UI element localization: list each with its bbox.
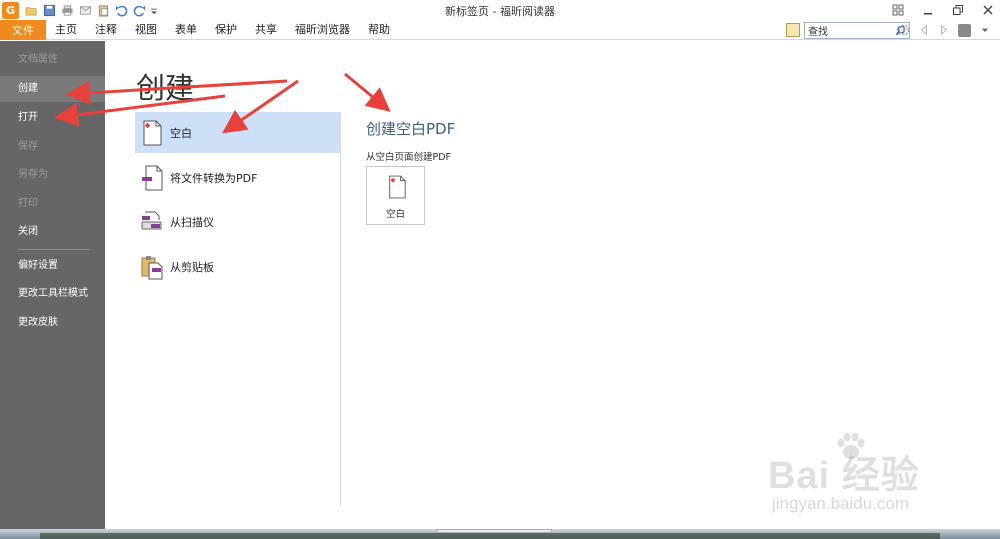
page-title: 创建 xyxy=(136,71,195,105)
navigation-controls xyxy=(898,22,1000,38)
file-menu-sidebar: 文档属性 创建 打开 保存 另存为 打印 关闭 偏好设置 更改工具栏模式 更改皮… xyxy=(0,41,105,529)
sidebar-item-save[interactable]: 保存 xyxy=(0,134,105,160)
tab-foxit-browser[interactable]: 福昕浏览器 xyxy=(286,20,359,40)
window-controls xyxy=(892,0,994,20)
convert-file-icon xyxy=(141,165,163,191)
blank-page-icon xyxy=(387,175,407,199)
detail-subtitle: 从空白页面创建PDF xyxy=(366,152,452,163)
restore-icon[interactable] xyxy=(952,4,964,16)
tab-file[interactable]: 文件 xyxy=(0,20,46,40)
clipboard-icon xyxy=(141,254,163,280)
panel-divider xyxy=(340,112,341,506)
quick-access-toolbar: G xyxy=(0,0,162,20)
find-options-icon[interactable] xyxy=(786,23,800,37)
sidebar-item-change-skin[interactable]: 更改皮肤 xyxy=(0,310,105,336)
save-icon[interactable] xyxy=(42,3,56,17)
gear-icon[interactable] xyxy=(898,24,910,36)
sidebar-item-toolbar-mode[interactable]: 更改工具栏模式 xyxy=(0,281,105,307)
undo-icon[interactable] xyxy=(114,3,128,17)
detail-title: 创建空白PDF xyxy=(366,120,456,138)
option-blank[interactable]: 空白 xyxy=(135,112,340,153)
title-bar: G 新标签页 - 福昕阅读器 xyxy=(0,0,1000,20)
sidebar-divider xyxy=(18,249,90,250)
ribbon-tabs: 主页 注释 视图 表单 保护 共享 福昕浏览器 帮助 xyxy=(46,20,399,40)
create-panel: 创建 空白 将文件转换为PDF 从扫描仪 从剪贴板 创建空白PDF 从空白页面创… xyxy=(105,41,1000,529)
app-logo-icon[interactable]: G xyxy=(2,1,19,19)
sidebar-item-preferences[interactable]: 偏好设置 xyxy=(0,253,105,279)
search-box xyxy=(804,21,910,39)
chevron-down-icon[interactable] xyxy=(979,24,991,36)
create-blank-button[interactable]: 空白 xyxy=(366,166,425,225)
tab-help[interactable]: 帮助 xyxy=(359,20,399,40)
redo-icon[interactable] xyxy=(132,3,146,17)
sidebar-item-properties[interactable]: 文档属性 xyxy=(0,47,105,73)
option-label: 从剪贴板 xyxy=(170,260,214,274)
option-convert-file[interactable]: 将文件转换为PDF xyxy=(135,157,340,198)
minimize-icon[interactable] xyxy=(922,4,934,16)
option-label: 空白 xyxy=(170,126,192,140)
sidebar-item-open[interactable]: 打开 xyxy=(0,105,105,131)
option-label: 将文件转换为PDF xyxy=(170,171,258,185)
tab-share[interactable]: 共享 xyxy=(246,20,286,40)
ribbon-tab-bar: 文件 主页 注释 视图 表单 保护 共享 福昕浏览器 帮助 xyxy=(0,20,1000,40)
previous-icon[interactable] xyxy=(918,24,930,36)
option-label: 从扫描仪 xyxy=(170,215,214,229)
print-icon[interactable] xyxy=(60,3,74,17)
blank-page-icon xyxy=(141,120,163,146)
customize-toolbar-icon[interactable] xyxy=(150,3,158,17)
close-icon[interactable] xyxy=(982,4,994,16)
option-from-scanner[interactable]: 从扫描仪 xyxy=(135,201,340,242)
taskbar-tab[interactable] xyxy=(437,529,552,533)
sidebar-item-print[interactable]: 打印 xyxy=(0,191,105,217)
user-avatar-icon[interactable] xyxy=(958,23,971,37)
tile-label: 空白 xyxy=(385,209,405,220)
sidebar-item-close[interactable]: 关闭 xyxy=(0,219,105,245)
search-input[interactable] xyxy=(805,22,893,38)
tab-home[interactable]: 主页 xyxy=(46,20,86,40)
sidebar-item-create[interactable]: 创建 xyxy=(0,76,105,102)
tab-comment[interactable]: 注释 xyxy=(86,20,126,40)
open-folder-icon[interactable] xyxy=(24,3,38,17)
layout-grid-icon[interactable] xyxy=(892,4,904,16)
taskbar-shadow xyxy=(40,533,940,539)
paste-icon[interactable] xyxy=(96,3,110,17)
next-icon[interactable] xyxy=(938,24,950,36)
tab-protect[interactable]: 保护 xyxy=(206,20,246,40)
search-area xyxy=(786,21,910,39)
email-icon[interactable] xyxy=(78,3,92,17)
scanner-icon xyxy=(141,209,163,235)
tab-form[interactable]: 表单 xyxy=(166,20,206,40)
tab-view[interactable]: 视图 xyxy=(126,20,166,40)
option-from-clipboard[interactable]: 从剪贴板 xyxy=(135,246,340,287)
sidebar-item-save-as[interactable]: 另存为 xyxy=(0,162,105,188)
